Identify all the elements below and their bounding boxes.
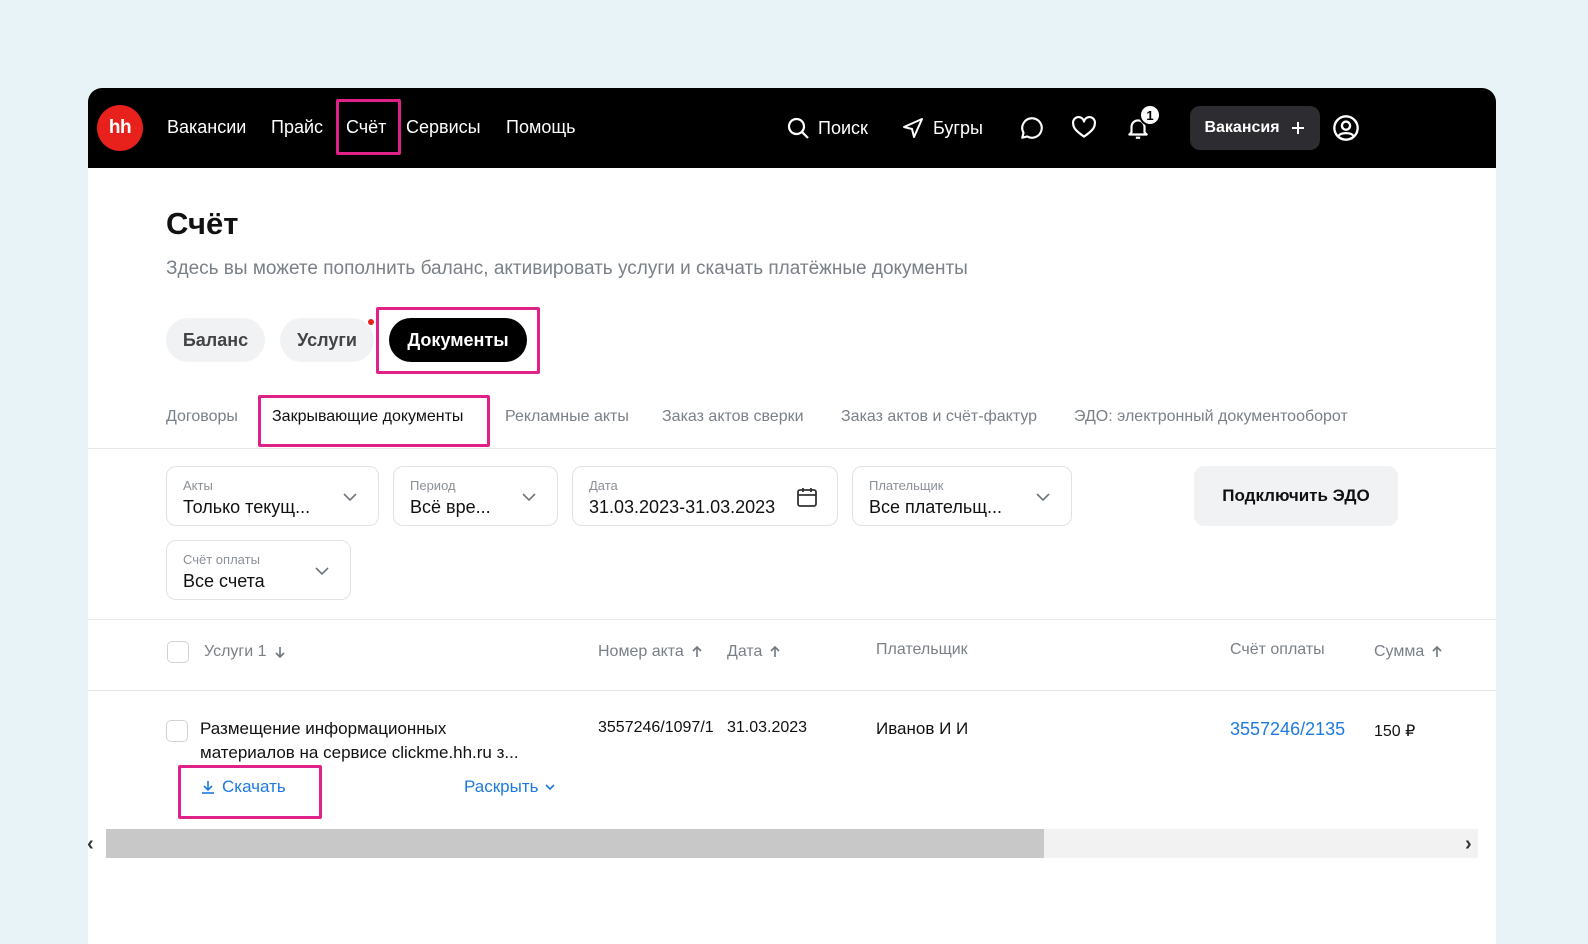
filters-divider — [88, 619, 1496, 620]
scroll-right-arrow-icon[interactable]: › — [1465, 833, 1472, 856]
subtab-reconciliation-acts[interactable]: Заказ актов сверки — [662, 408, 804, 426]
chevron-down-icon — [522, 493, 536, 502]
notifications-button[interactable] — [1125, 88, 1151, 168]
filter-period[interactable]: Период Всё вре... — [393, 466, 558, 526]
tab-balance[interactable]: Баланс — [166, 318, 265, 362]
header-date[interactable]: Дата — [727, 643, 782, 661]
heart-icon — [1072, 115, 1096, 138]
filter-date[interactable]: Дата 31.03.2023-31.03.2023 — [572, 466, 838, 526]
nav-price[interactable]: Прайс — [271, 117, 323, 138]
search-button[interactable]: Поиск — [786, 88, 868, 168]
filter-acts-label: Акты — [183, 478, 213, 493]
connect-edo-button[interactable]: Подключить ЭДО — [1194, 466, 1398, 526]
header-date-label: Дата — [727, 643, 763, 660]
filter-payer-value: Все плательщ... — [869, 497, 1003, 517]
location-label: Бугры — [933, 117, 983, 138]
filter-account-value: Все счета — [183, 571, 265, 591]
location-button[interactable]: Бугры — [901, 88, 983, 168]
chevron-down-icon — [315, 567, 329, 576]
row-service-line1: Размещение информационных — [200, 719, 447, 738]
header-sum[interactable]: Сумма — [1374, 643, 1444, 661]
header-payer: Плательщик — [876, 641, 968, 659]
notifications-badge: 1 — [1139, 104, 1161, 126]
user-avatar-icon — [1333, 115, 1359, 141]
add-vacancy-label: Вакансия — [1204, 119, 1280, 136]
arrow-up-icon — [692, 645, 702, 657]
header-payer-label: Плательщик — [876, 641, 968, 658]
nav-account-highlight — [336, 99, 401, 155]
header-divider — [88, 690, 1496, 691]
filter-date-label: Дата — [589, 478, 618, 493]
search-icon — [787, 117, 809, 139]
app-window: hh Вакансии Прайс Счёт Сервисы Помощь По… — [88, 88, 1496, 944]
download-highlight — [178, 765, 322, 819]
arrow-up-icon — [770, 645, 781, 657]
nav-vacancies[interactable]: Вакансии — [167, 117, 246, 138]
filter-period-label: Период — [410, 478, 456, 493]
scroll-left-arrow-icon[interactable]: ‹ — [88, 833, 94, 856]
filter-payer[interactable]: Плательщик Все плательщ... — [852, 466, 1072, 526]
row-act-number: 3557246/1097/1 — [598, 719, 714, 736]
filter-account[interactable]: Счёт оплаты Все счета — [166, 540, 351, 600]
header-services-label: Услуги 1 — [204, 643, 267, 660]
search-label: Поиск — [818, 117, 868, 138]
filter-acts[interactable]: Акты Только текущ... — [166, 466, 379, 526]
hh-logo[interactable]: hh — [97, 105, 143, 151]
chat-button[interactable] — [1019, 88, 1045, 168]
nav-services[interactable]: Сервисы — [406, 117, 481, 138]
row-payer: Иванов И И — [876, 719, 969, 738]
chevron-down-icon — [343, 493, 357, 502]
row-account-link[interactable]: 3557246/2135 — [1230, 719, 1345, 740]
location-arrow-icon — [903, 118, 923, 138]
arrow-up-icon — [1432, 645, 1442, 657]
horizontal-scrollbar-thumb[interactable] — [106, 829, 1044, 858]
subtabs-divider — [88, 448, 1496, 449]
chevron-down-icon — [545, 784, 556, 791]
chat-icon — [1021, 117, 1043, 139]
arrow-down-icon — [274, 647, 285, 659]
expand-label: Раскрыть — [464, 777, 539, 796]
row-checkbox[interactable] — [166, 720, 188, 742]
chevron-down-icon — [1036, 493, 1050, 502]
header-account-label: Счёт оплаты — [1230, 641, 1325, 658]
filter-acts-value: Только текущ... — [183, 497, 311, 517]
top-navigation: hh Вакансии Прайс Счёт Сервисы Помощь По… — [88, 88, 1496, 168]
header-act-number-label: Номер акта — [598, 643, 684, 660]
header-account: Счёт оплаты — [1230, 641, 1325, 659]
nav-help[interactable]: Помощь — [506, 117, 576, 138]
subtab-ad-acts[interactable]: Рекламные акты — [505, 408, 629, 426]
expand-button[interactable]: Раскрыть — [464, 777, 556, 797]
filter-period-value: Всё вре... — [410, 497, 491, 517]
select-all-checkbox[interactable] — [167, 641, 189, 663]
profile-button[interactable] — [1332, 88, 1360, 168]
page-subtitle: Здесь вы можете пополнить баланс, активи… — [166, 258, 968, 279]
subtab-edo[interactable]: ЭДО: электронный документооборот — [1074, 408, 1348, 426]
row-date: 31.03.2023 — [727, 719, 808, 736]
tab-services[interactable]: Услуги — [280, 318, 374, 362]
page-title: Счёт — [166, 206, 239, 241]
row-service-line2: материалов на сервисе clickme.hh.ru з... — [200, 743, 519, 762]
subtab-closing-highlight — [258, 395, 490, 447]
services-notification-dot — [368, 319, 374, 325]
favorites-button[interactable] — [1071, 88, 1097, 168]
header-act-number[interactable]: Номер акта — [598, 643, 704, 661]
filter-date-value: 31.03.2023-31.03.2023 — [589, 497, 776, 517]
tab-documents-highlight — [376, 307, 540, 374]
header-sum-label: Сумма — [1374, 643, 1425, 660]
subtab-acts-invoices[interactable]: Заказ актов и счёт-фактур — [841, 408, 1037, 426]
calendar-icon — [797, 488, 817, 507]
filter-payer-label: Плательщик — [869, 478, 944, 493]
row-sum: 150 ₽ — [1374, 723, 1416, 740]
subtab-contracts[interactable]: Договоры — [166, 408, 238, 426]
add-vacancy-button[interactable]: Вакансия — [1190, 106, 1320, 150]
header-services[interactable]: Услуги 1 — [204, 643, 287, 661]
plus-icon — [1291, 122, 1304, 134]
filter-account-label: Счёт оплаты — [183, 552, 260, 567]
